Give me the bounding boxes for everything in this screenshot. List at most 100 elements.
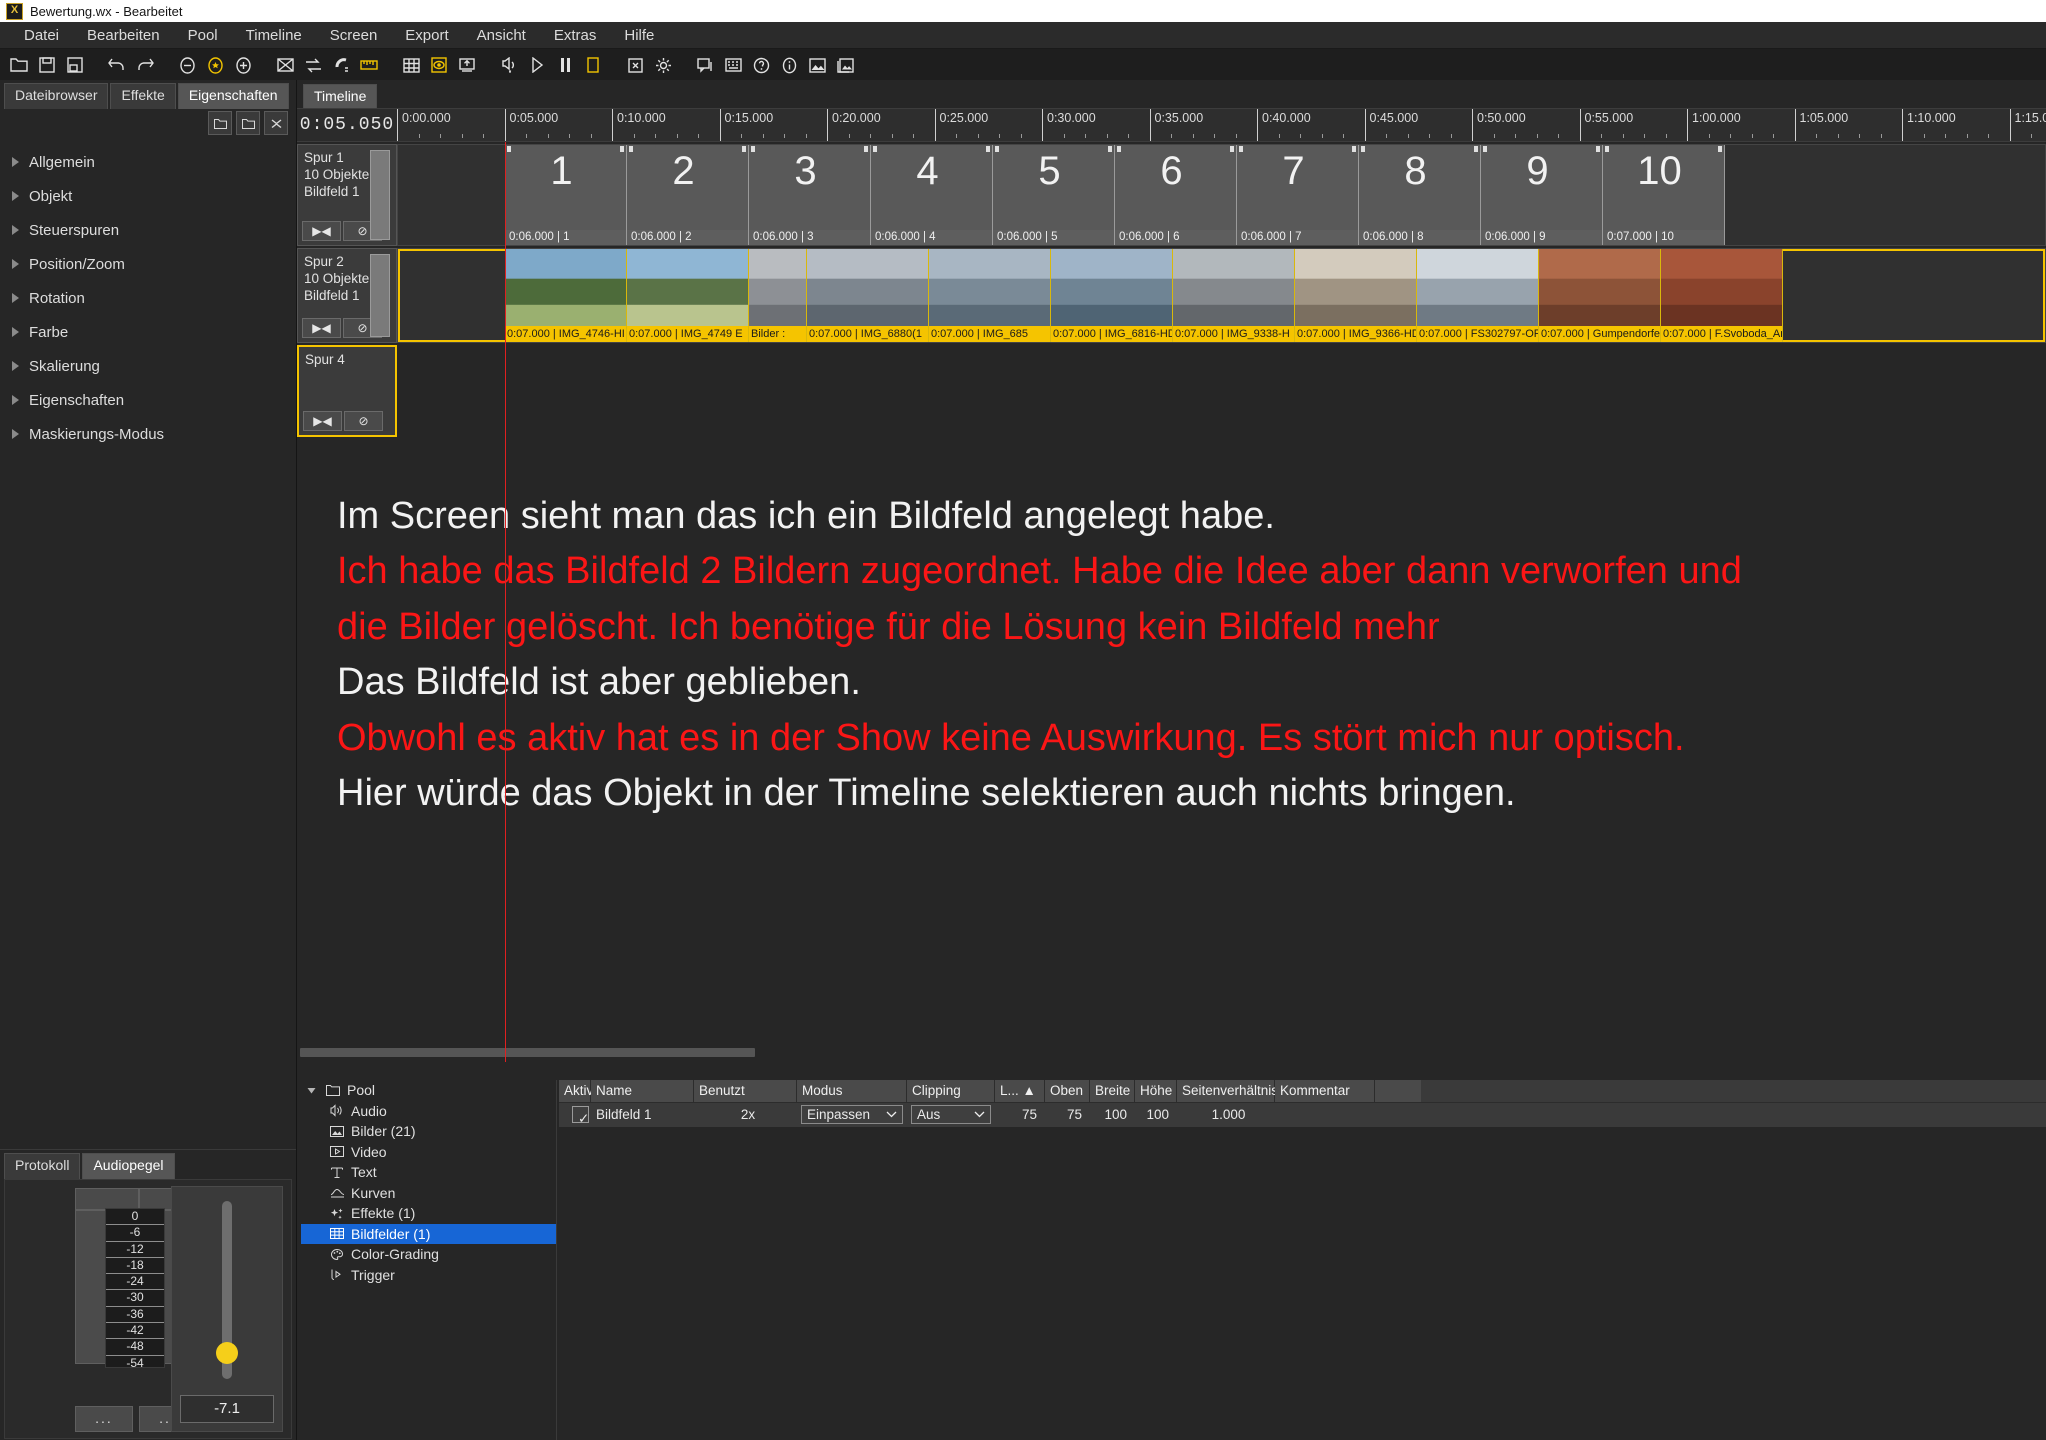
row-mode-dropdown[interactable]: Einpassen (801, 1105, 903, 1124)
collapse-triangle-icon[interactable] (307, 1082, 319, 1098)
timeline-clip[interactable]: 4 0:06.000 | 4 (871, 145, 993, 245)
tab-effekte[interactable]: Effekte (110, 83, 176, 109)
property-row-objekt[interactable]: Objekt (0, 179, 296, 213)
magnet-icon[interactable] (328, 52, 354, 78)
save-as-icon[interactable] (62, 52, 88, 78)
track-header[interactable]: Spur 4 ▶◀ ⊘ (297, 345, 397, 437)
pause-icon[interactable] (552, 52, 578, 78)
tab-timeline[interactable]: Timeline (303, 84, 378, 108)
property-row-farbe[interactable]: Farbe (0, 315, 296, 349)
new-folder-button[interactable] (208, 111, 232, 135)
redo-icon[interactable] (132, 52, 158, 78)
expand-triangle-icon[interactable] (12, 259, 19, 269)
timeline-image-clip[interactable]: 0:07.000 | IMG_9366-HDI (1295, 249, 1417, 342)
timeline-clip[interactable]: 2 0:06.000 | 2 (627, 145, 749, 245)
column-header-modus[interactable]: Modus (797, 1080, 907, 1102)
column-header-l[interactable]: L... ▲ (995, 1080, 1045, 1102)
menu-item-export[interactable]: Export (391, 24, 462, 47)
tab-dateibrowser[interactable]: Dateibrowser (4, 83, 109, 109)
master-fader[interactable]: -7.1 (171, 1186, 283, 1432)
expand-triangle-icon[interactable] (12, 327, 19, 337)
open-folder-button[interactable] (236, 111, 260, 135)
property-row-allgemein[interactable]: Allgemein (0, 145, 296, 179)
track-volume-slider[interactable] (370, 254, 390, 337)
comment-icon[interactable] (692, 52, 718, 78)
swap-icon[interactable] (300, 52, 326, 78)
meter-left-value[interactable]: ... (75, 1406, 133, 1432)
meter-top-button-left[interactable] (75, 1188, 139, 1210)
column-header-h-he[interactable]: Höhe (1135, 1080, 1177, 1102)
timeline-clip[interactable]: 10 0:07.000 | 10 (1603, 145, 1725, 245)
timeline-clip[interactable]: 3 0:06.000 | 3 (749, 145, 871, 245)
undo-icon[interactable] (104, 52, 130, 78)
track-header[interactable]: Spur 1 10 Objekte Bildfeld 1 ▶◀ ⊘ (297, 144, 397, 246)
column-header-breite[interactable]: Breite (1090, 1080, 1135, 1102)
timeline-clip[interactable]: 6 0:06.000 | 6 (1115, 145, 1237, 245)
property-row-eigenschaften[interactable]: Eigenschaften (0, 383, 296, 417)
column-header-name[interactable]: Name (591, 1080, 694, 1102)
timeline-image-clip[interactable]: 0:07.000 | Gumpendorferstraß (1539, 249, 1661, 342)
expand-triangle-icon[interactable] (12, 395, 19, 405)
play-icon[interactable] (524, 52, 550, 78)
menu-item-hilfe[interactable]: Hilfe (610, 24, 668, 47)
keyboard-icon[interactable] (720, 52, 746, 78)
timeline-image-clip[interactable]: 0:07.000 | FS302797-ORF_DxO (1417, 249, 1539, 342)
menu-item-ansicht[interactable]: Ansicht (463, 24, 540, 47)
track-snap-button[interactable]: ▶◀ (303, 411, 342, 431)
column-header-kommentar[interactable]: Kommentar (1275, 1080, 1375, 1102)
menu-item-screen[interactable]: Screen (316, 24, 392, 47)
timeline-image-clip[interactable]: 0:07.000 | IMG_6880(1 (807, 249, 929, 342)
ruler-ticks[interactable]: 0:00.000 0:05.000 0:10.000 0:15.000 0:20.000… (397, 109, 2046, 141)
expand-triangle-icon[interactable] (12, 157, 19, 167)
track-volume-slider[interactable] (370, 150, 390, 240)
column-header-oben[interactable]: Oben (1045, 1080, 1090, 1102)
track-header[interactable]: Spur 2 10 Objekte Bildfeld 1 ▶◀ ⊘ (297, 248, 397, 343)
fader-value[interactable]: -7.1 (180, 1395, 274, 1423)
images-icon[interactable] (832, 52, 858, 78)
settings-gear-icon[interactable] (650, 52, 676, 78)
track-lane[interactable]: 0:07.000 | IMG_4746-HI 0:07.000 | IMG_474… (397, 248, 2046, 343)
pool-item-bildfelder-1[interactable]: Bildfelder (1) (301, 1223, 556, 1244)
track-snap-button[interactable]: ▶◀ (302, 221, 341, 241)
timeline-clip[interactable]: 5 0:06.000 | 5 (993, 145, 1115, 245)
save-icon[interactable] (34, 52, 60, 78)
pool-item-effekte-1[interactable]: Effekte (1) (301, 1203, 556, 1224)
menu-item-datei[interactable]: Datei (10, 24, 73, 47)
audio-icon[interactable] (496, 52, 522, 78)
timeline-clip[interactable]: 7 0:06.000 | 7 (1237, 145, 1359, 245)
column-header-aktiv[interactable]: Aktiv (559, 1080, 593, 1102)
fader-knob[interactable] (216, 1342, 238, 1364)
ruler-icon[interactable] (356, 52, 382, 78)
timeline-image-clip[interactable]: 0:07.000 | IMG_9338-H (1173, 249, 1295, 342)
track-snap-button[interactable]: ▶◀ (302, 318, 341, 338)
timeline-image-clip[interactable]: 0:07.000 | IMG_6816-HDR (1051, 249, 1173, 342)
column-header-clipping[interactable]: Clipping (907, 1080, 995, 1102)
timeline-clip[interactable]: 8 0:06.000 | 8 (1359, 145, 1481, 245)
preview-eye-icon[interactable] (426, 52, 452, 78)
pool-item-color-grading[interactable]: Color-Grading (301, 1244, 556, 1265)
tab-audiopegel[interactable]: Audiopegel (82, 1153, 175, 1179)
expand-triangle-icon[interactable] (12, 225, 19, 235)
row-clipping-dropdown[interactable]: Aus (911, 1105, 991, 1124)
menu-item-timeline[interactable]: Timeline (232, 24, 316, 47)
tab-eigenschaften[interactable]: Eigenschaften (177, 83, 289, 109)
expand-triangle-icon[interactable] (12, 429, 19, 439)
zoom-out-icon[interactable] (174, 52, 200, 78)
help-icon[interactable] (748, 52, 774, 78)
property-row-rotation[interactable]: Rotation (0, 281, 296, 315)
playhead[interactable] (505, 142, 506, 1062)
horizontal-scrollbar[interactable] (300, 1048, 755, 1057)
timeline-image-clip[interactable]: Bilder : (749, 249, 807, 342)
screen-export-icon[interactable] (454, 52, 480, 78)
menu-item-pool[interactable]: Pool (174, 24, 232, 47)
track-mute-button[interactable]: ⊘ (344, 411, 383, 431)
property-row-skalierung[interactable]: Skalierung (0, 349, 296, 383)
row-active-checkbox[interactable]: ✓ (572, 1106, 589, 1126)
timeline-image-clip[interactable]: 0:07.000 | IMG_4746-HI (505, 249, 627, 342)
info-icon[interactable] (776, 52, 802, 78)
expand-triangle-icon[interactable] (12, 191, 19, 201)
timeline-image-clip[interactable]: 0:07.000 | F.Svoboda_Arsenal-2 (1661, 249, 1783, 342)
grid-icon[interactable] (398, 52, 424, 78)
zoom-fit-icon[interactable] (202, 52, 228, 78)
pool-root-node[interactable]: Pool (301, 1080, 556, 1101)
